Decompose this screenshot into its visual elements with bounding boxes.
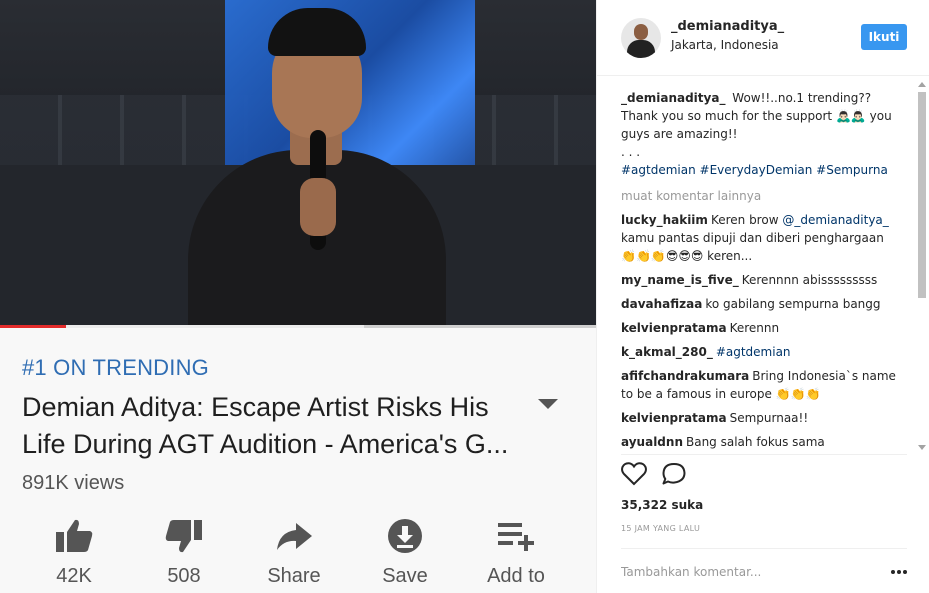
- comment-username[interactable]: kelvienpratama: [621, 411, 727, 425]
- avatar-body: [627, 40, 655, 58]
- dislike-count: 508: [167, 565, 201, 587]
- like-count: 42K: [56, 565, 92, 587]
- comment-icon[interactable]: [661, 462, 687, 486]
- post-image[interactable]: #1 ON TRENDING Demian Aditya: Escape Art…: [0, 0, 596, 593]
- save-label: Save: [382, 565, 428, 587]
- load-more-comments[interactable]: muat komentar lainnya: [621, 187, 901, 205]
- post-sidebar: _demianaditya_ Jakarta, Indonesia Ikuti …: [596, 0, 929, 593]
- comment-text: Kerennnn abisssssssss: [741, 273, 878, 287]
- scroll-up-arrow-icon[interactable]: [918, 82, 926, 87]
- add-to-playlist-icon: [476, 517, 556, 555]
- caption: _demianaditya_ Wow!!..no.1 trending?? Th…: [621, 89, 901, 179]
- like-count[interactable]: 35,322 suka: [621, 498, 703, 512]
- video-progress-bar: [0, 325, 596, 328]
- view-count: 891K views: [22, 472, 125, 494]
- share-action: Share: [254, 517, 334, 588]
- performer-hand: [300, 178, 336, 236]
- comment-item: davahafizaa ko gabilang sempurna bangg: [621, 295, 901, 313]
- like-action: 42K: [34, 517, 114, 588]
- caption-hashtags[interactable]: #agtdemian #EverydayDemian #Sempurna: [621, 163, 888, 177]
- comment-text: Bang salah fokus sama: [685, 435, 825, 449]
- comment-item: afifchandrakumara Bring Indonesia`s name …: [621, 367, 901, 403]
- follow-button[interactable]: Ikuti: [861, 24, 907, 50]
- share-icon: [254, 517, 334, 555]
- comment-username[interactable]: kelvienpratama: [621, 321, 727, 335]
- video-frame: [0, 0, 596, 328]
- comment-text: Keren brow: [710, 213, 783, 227]
- comment-text: Kerennn: [729, 321, 780, 335]
- comment-username[interactable]: davahafizaa: [621, 297, 702, 311]
- comment-username[interactable]: my_name_is_five_: [621, 273, 739, 287]
- comment-item: my_name_is_five_ Kerennnn abisssssssss: [621, 271, 901, 289]
- comment-username[interactable]: afifchandrakumara: [621, 369, 749, 383]
- download-icon: [365, 517, 445, 555]
- comment-text-tail: kamu pantas dipuji dan diberi penghargaa…: [621, 231, 884, 263]
- avatar[interactable]: [621, 18, 661, 58]
- post-header: _demianaditya_ Jakarta, Indonesia Ikuti: [597, 0, 929, 76]
- heart-icon[interactable]: [621, 462, 647, 486]
- dislike-action: 508: [144, 517, 224, 588]
- comment-text: ko gabilang sempurna bangg: [705, 297, 881, 311]
- scroll-down-arrow-icon[interactable]: [918, 445, 926, 450]
- comment-username[interactable]: ayualdnn: [621, 435, 683, 449]
- comment-item: k_akmal_280_ #agtdemian: [621, 343, 901, 361]
- avatar-head: [634, 24, 648, 40]
- video-info: #1 ON TRENDING Demian Aditya: Escape Art…: [0, 329, 596, 593]
- add-comment-input[interactable]: [621, 563, 871, 581]
- add-to-label: Add to: [487, 565, 545, 587]
- more-options-icon[interactable]: [891, 570, 907, 576]
- comment-mention[interactable]: @_demianaditya_: [782, 213, 888, 227]
- comment-text: Sempurnaa!!: [729, 411, 809, 425]
- trending-label: #1 ON TRENDING: [22, 355, 209, 380]
- post-location[interactable]: Jakarta, Indonesia: [671, 38, 779, 52]
- comments-scrollbar[interactable]: [916, 76, 928, 456]
- divider: [621, 454, 907, 455]
- save-action: Save: [365, 517, 445, 588]
- caption-ellipsis: . . .: [621, 145, 641, 159]
- video-progress-fill: [0, 325, 66, 328]
- add-to-action: Add to: [476, 517, 556, 588]
- post-timestamp[interactable]: 15 JAM YANG LALU: [621, 524, 700, 533]
- post-username[interactable]: _demianaditya_: [671, 19, 784, 34]
- expand-arrow-icon: [538, 399, 558, 409]
- scrollbar-thumb[interactable]: [918, 92, 926, 298]
- thumbs-up-icon: [34, 517, 114, 555]
- comment-username[interactable]: k_akmal_280_: [621, 345, 713, 359]
- thumbs-down-icon: [144, 517, 224, 555]
- comment-username[interactable]: lucky_hakiim: [621, 213, 708, 227]
- share-label: Share: [267, 565, 321, 587]
- divider: [621, 548, 907, 549]
- comment-hashtag[interactable]: #agtdemian: [716, 345, 791, 359]
- caption-username[interactable]: _demianaditya_: [621, 91, 725, 105]
- comment-item: kelvienpratama Kerennn: [621, 319, 901, 337]
- comment-item: ayualdnn Bang salah fokus sama: [621, 433, 901, 451]
- video-actions: 42K 508 Share Save Add to: [0, 517, 596, 587]
- comments-list[interactable]: _demianaditya_ Wow!!..no.1 trending?? Th…: [621, 89, 901, 451]
- video-title: Demian Aditya: Escape Artist Risks His L…: [22, 392, 509, 459]
- comment-item: kelvienpratama Sempurnaa!!: [621, 409, 901, 427]
- comment-item: lucky_hakiim Keren brow @_demianaditya_ k…: [621, 211, 901, 265]
